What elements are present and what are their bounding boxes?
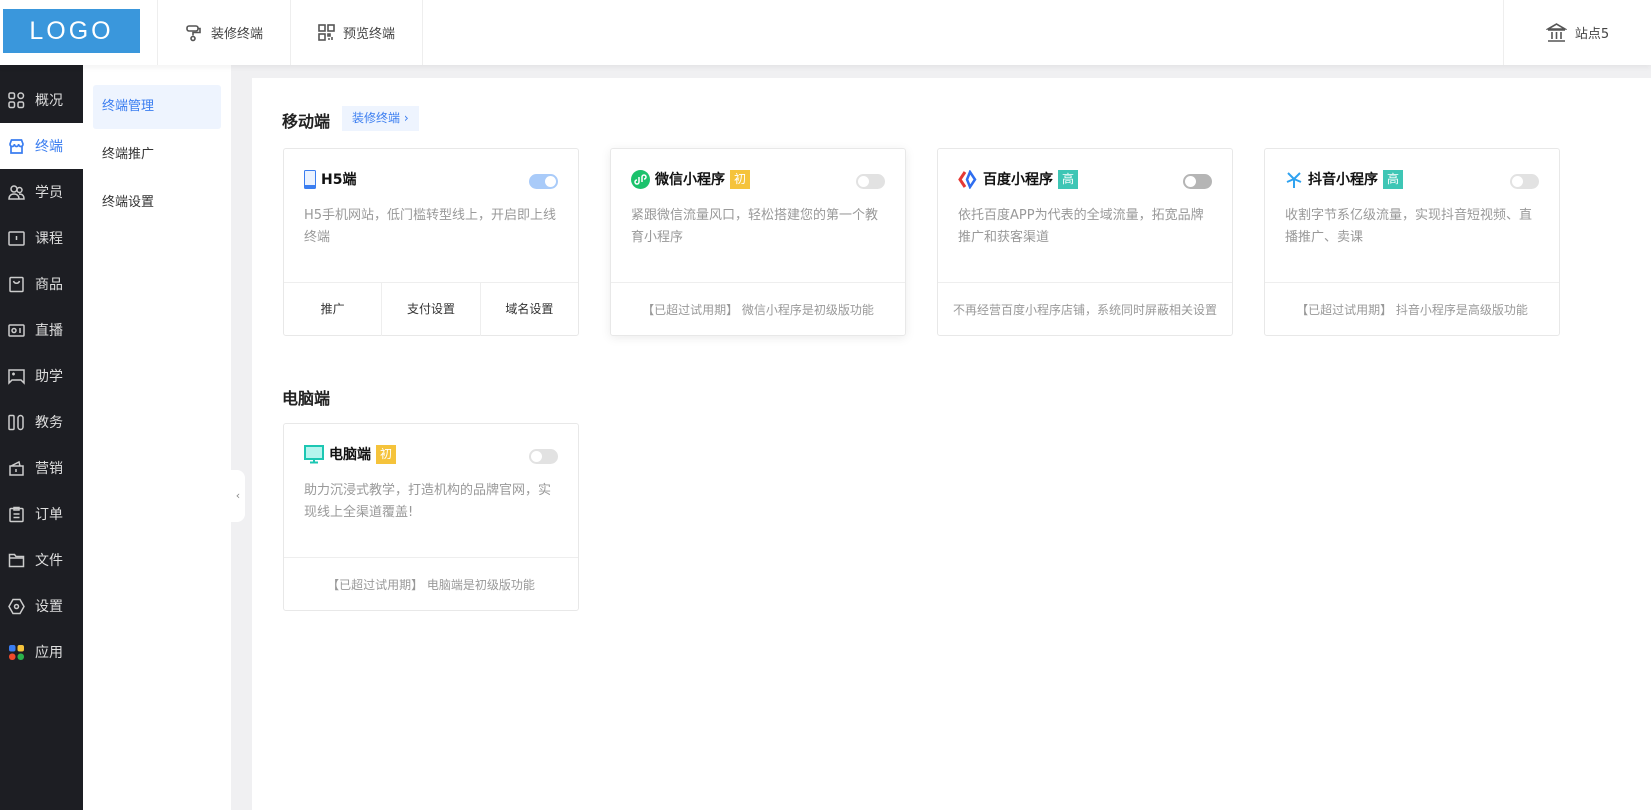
domain-settings-button[interactable]: 域名设置 [479, 282, 578, 336]
card-footer-note: 【已超过试用期】 电脑端是初级版功能 [284, 557, 578, 610]
sidebar-item-label: 设置 [35, 599, 63, 615]
bag-icon [9, 276, 24, 292]
card-description: 依托百度APP为代表的全域流量，拓宽品牌推广和获客渠道 [958, 208, 1204, 245]
store-icon [9, 138, 24, 154]
collapse-subnav-button[interactable]: ‹ [231, 470, 245, 522]
baidu-miniprogram-card: 百度小程序高 依托百度APP为代表的全域流量，拓宽品牌推广和获客渠道 不再经营百… [937, 148, 1233, 336]
sidebar-item-students[interactable]: 学员 [0, 169, 83, 215]
preview-terminal-label: 预览终端 [342, 27, 395, 42]
sidebar-item-label: 概况 [35, 93, 63, 109]
card-title: 百度小程序 [983, 172, 1053, 188]
payment-settings-button[interactable]: 支付设置 [381, 282, 479, 336]
pc-card: 电脑端初 助力沉浸式教学，打造机构的品牌官网，实现线上全渠道覆盖! 【已超过试用… [283, 423, 579, 611]
site-switcher[interactable]: 站点5 [1503, 0, 1651, 65]
apps-icon [9, 644, 24, 660]
h5-card: H5端 H5手机网站，低门槛转型线上，开启即上线终端 推广 支付设置 域名设置 [283, 148, 579, 336]
mobile-section-title: 移动端 [282, 112, 331, 131]
clipboard-icon [9, 506, 24, 522]
pc-section-title: 电脑端 [282, 389, 331, 408]
bank-icon [1545, 22, 1567, 42]
card-description: 助力沉浸式教学，打造机构的品牌官网，实现线上全渠道覆盖! [304, 483, 552, 520]
sidebar-item-orders[interactable]: 订单 [0, 491, 83, 537]
sidebar-item-marketing[interactable]: 营销 [0, 445, 83, 491]
sidebar-item-label: 订单 [35, 507, 63, 523]
douyin-miniprogram-icon [1286, 171, 1302, 188]
card-title: H5端 [321, 172, 357, 188]
decorate-terminal-link[interactable]: 装修终端 › [342, 106, 419, 131]
qrcode-icon [318, 24, 335, 41]
paint-roller-icon [186, 24, 201, 41]
card-footer-note: 【已超过试用期】 抖音小程序是高级版功能 [1265, 282, 1559, 335]
sidebar-item-label: 文件 [35, 553, 63, 569]
edition-badge: 初 [376, 444, 396, 464]
edition-badge: 高 [1058, 169, 1078, 189]
sidebar-item-terminal[interactable]: 终端 [0, 123, 83, 169]
sidebar-item-label: 学员 [35, 185, 63, 201]
sidebar-item-files[interactable]: 文件 [0, 537, 83, 583]
top-header: LOGO 装修终端 预览终端 站点5 [0, 0, 1651, 65]
settings-icon [8, 598, 25, 614]
douyin-miniprogram-card: 抖音小程序高 收割字节系亿级流量，实现抖音短视频、直播推广、卖课 【已超过试用期… [1264, 148, 1560, 336]
sidebar-item-overview[interactable]: 概况 [0, 77, 83, 123]
columns-icon [8, 414, 24, 430]
grid-icon [8, 91, 25, 108]
folder-icon [8, 553, 25, 567]
wallet-icon [9, 460, 24, 476]
edition-badge: 高 [1383, 169, 1403, 189]
users-icon [8, 184, 25, 200]
monitor-icon [304, 444, 324, 463]
wechat-miniprogram-card: 微信小程序初 紧跟微信流量风口，轻松搭建您的第一个教育小程序 【已超过试用期】 … [610, 148, 906, 336]
preview-terminal-button[interactable]: 预览终端 [290, 0, 423, 65]
baidu-miniprogram-icon [958, 169, 977, 189]
h5-toggle[interactable] [529, 174, 558, 189]
sidebar-item-live[interactable]: 直播 [0, 307, 83, 353]
phone-icon [304, 169, 316, 189]
card-footer-note: 【已超过试用期】 微信小程序是初级版功能 [611, 282, 905, 335]
sidebar-item-academic[interactable]: 教务 [0, 399, 83, 445]
subnav-terminal-management[interactable]: 终端管理 [93, 85, 221, 129]
sidebar-item-label: 直播 [35, 323, 63, 339]
card-description: 收割字节系亿级流量，实现抖音短视频、直播推广、卖课 [1285, 208, 1533, 245]
sidebar-item-label: 应用 [35, 645, 63, 661]
sidebar-item-label: 助学 [35, 369, 63, 385]
pc-toggle[interactable] [529, 449, 558, 464]
sidebar-item-label: 教务 [35, 415, 63, 431]
card-footer-note: 不再经营百度小程序店铺，系统同时屏蔽相关设置 [938, 282, 1232, 335]
sidebar-item-apps[interactable]: 应用 [0, 629, 83, 675]
sidebar-item-study-aid[interactable]: 助学 [0, 353, 83, 399]
video-icon [8, 323, 25, 337]
card-description: H5手机网站，低门槛转型线上，开启即上线终端 [304, 208, 557, 245]
subnav-terminal-promotion[interactable]: 终端推广 [93, 133, 221, 177]
decorate-terminal-label: 装修终端 [210, 27, 263, 42]
sidebar-item-label: 终端 [35, 139, 63, 155]
wechat-miniprogram-icon [631, 169, 650, 189]
baidu-toggle[interactable] [1183, 174, 1212, 189]
decorate-link-label: 装修终端 [352, 111, 401, 125]
logo[interactable]: LOGO [3, 9, 140, 53]
card-title: 电脑端 [329, 447, 371, 463]
sidebar-item-label: 营销 [35, 461, 63, 477]
gamepad-icon [8, 368, 25, 385]
promote-button[interactable]: 推广 [284, 283, 381, 336]
main-sidebar: 概况 终端 学员 课程 商品 直播 助学 教务 营销 订单 文件 设置 应用 [0, 65, 83, 810]
chevron-left-icon: ‹ [235, 489, 241, 502]
chevron-right-icon: › [403, 111, 409, 125]
subnav-terminal-settings[interactable]: 终端设置 [93, 181, 221, 225]
sub-navigation: 终端管理 终端推广 终端设置 [83, 65, 231, 810]
book-icon [8, 230, 25, 246]
edition-badge: 初 [730, 169, 750, 189]
card-title: 抖音小程序 [1308, 172, 1378, 188]
wechat-toggle[interactable] [856, 174, 885, 189]
sidebar-item-courses[interactable]: 课程 [0, 215, 83, 261]
sidebar-item-settings[interactable]: 设置 [0, 583, 83, 629]
site-label: 站点5 [1574, 27, 1610, 42]
card-description: 紧跟微信流量风口，轻松搭建您的第一个教育小程序 [631, 208, 879, 245]
sidebar-item-label: 课程 [35, 231, 63, 247]
sidebar-item-products[interactable]: 商品 [0, 261, 83, 307]
douyin-toggle[interactable] [1510, 174, 1539, 189]
decorate-terminal-button[interactable]: 装修终端 [157, 0, 290, 65]
card-title: 微信小程序 [655, 172, 725, 188]
sidebar-item-label: 商品 [35, 277, 63, 293]
